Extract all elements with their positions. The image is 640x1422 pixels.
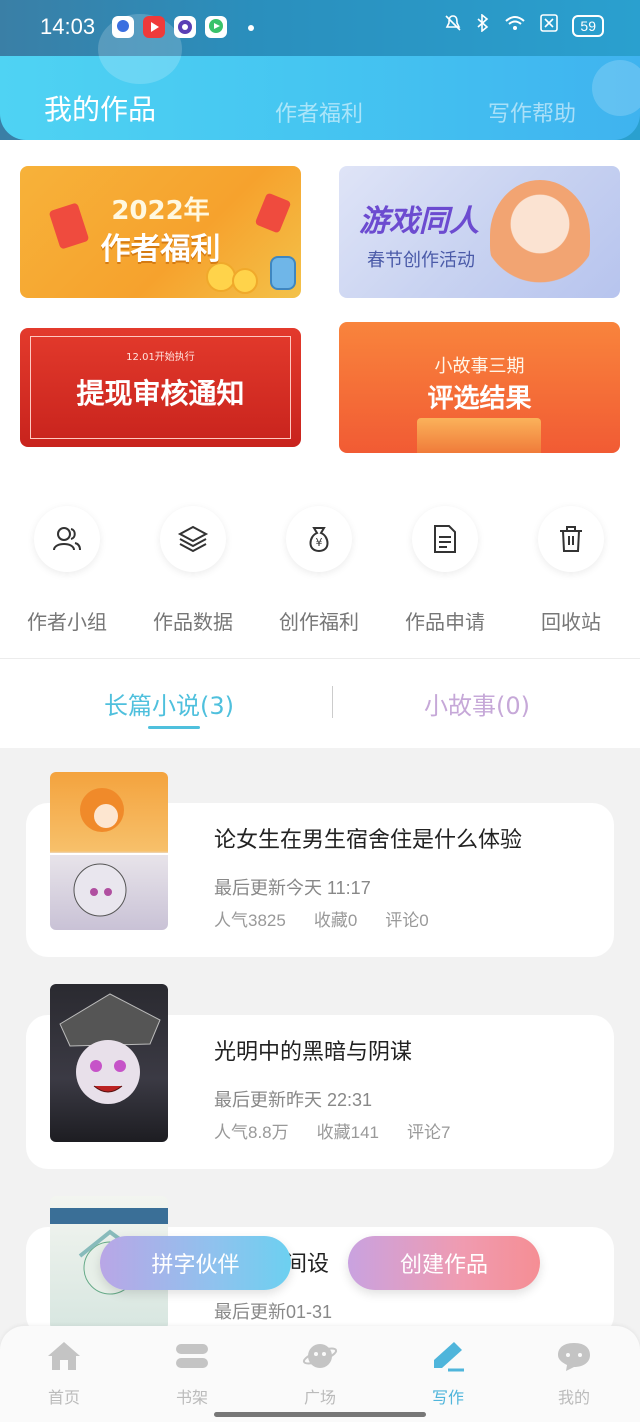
top-tabs: 我的作品 作者福利 写作帮助 — [0, 84, 640, 134]
action-work-application[interactable]: 作品申请 — [382, 506, 508, 635]
work-title: 论女生在男生宿舍住是什么体验 — [214, 828, 523, 853]
tab-long-novel[interactable]: 长篇小说(3) — [104, 686, 234, 721]
money-bag-icon: ¥ — [286, 506, 352, 572]
work-last-updated: 最后更新昨天 22:31 — [214, 1090, 373, 1110]
chat-bubble-icon — [524, 1338, 624, 1374]
tab-short-story[interactable]: 小故事(0) — [424, 686, 530, 721]
create-work-button[interactable]: 创建作品 — [348, 1236, 540, 1290]
banner-author-benefits[interactable]: 2022年 作者福利 — [20, 166, 301, 298]
action-label: 作者小组 — [27, 610, 107, 634]
status-icons: 59 — [444, 13, 604, 37]
nav-write[interactable]: 写作 — [398, 1338, 498, 1408]
banner-small-text: 12.01开始执行 — [126, 352, 195, 363]
coin-icon — [232, 268, 258, 294]
action-work-data[interactable]: 作品数据 — [130, 506, 256, 635]
divider — [0, 658, 640, 659]
action-recycle-bin[interactable]: 回收站 — [508, 506, 634, 635]
action-label: 回收站 — [541, 610, 601, 634]
mute-icon — [444, 14, 462, 37]
action-label: 作品申请 — [405, 610, 485, 634]
notification-dot-icon — [248, 25, 254, 31]
nav-label: 首页 — [47, 1388, 80, 1407]
layers-icon — [160, 506, 226, 572]
banner-title: 游戏同人 — [359, 204, 479, 239]
nav-label: 我的 — [557, 1388, 590, 1407]
work-stats: 人气3825 收藏0 评论0 — [214, 906, 429, 931]
purple-app-icon — [174, 16, 196, 38]
users-icon — [34, 506, 100, 572]
nav-plaza[interactable]: 广场 — [270, 1338, 370, 1408]
status-bar: 14:03 59 — [0, 0, 640, 56]
tab-writing-help[interactable]: 写作帮助 — [488, 96, 576, 128]
action-author-group[interactable]: 作者小组 — [4, 506, 130, 635]
work-title-partial: 间设 — [285, 1252, 330, 1277]
work-popularity: 人气3825 — [214, 911, 286, 930]
banner-story-results[interactable]: 小故事三期 评选结果 — [339, 322, 620, 453]
work-last-updated: 最后更新01-31 — [214, 1302, 333, 1322]
tab-my-works[interactable]: 我的作品 — [44, 88, 156, 128]
action-label: 作品数据 — [153, 610, 233, 634]
nav-home[interactable]: 首页 — [14, 1338, 114, 1408]
home-icon — [14, 1338, 114, 1374]
green-app-icon — [205, 16, 227, 38]
banner-title: 提现审核通知 — [76, 377, 245, 410]
action-label: 创作福利 — [279, 610, 359, 634]
video-app-icon — [143, 16, 165, 38]
trash-icon — [538, 506, 604, 572]
svg-text:¥: ¥ — [316, 536, 323, 549]
bluetooth-icon — [476, 13, 490, 37]
work-favorites: 收藏0 — [313, 911, 358, 930]
work-title: 光明中的黑暗与阴谋 — [214, 1040, 413, 1065]
tab-separator — [332, 686, 333, 718]
work-comments: 评论7 — [407, 1123, 451, 1142]
home-indicator[interactable] — [214, 1412, 426, 1417]
battery-indicator: 59 — [572, 14, 604, 37]
tab-author-benefits[interactable]: 作者福利 — [275, 96, 363, 128]
nav-label: 广场 — [303, 1388, 336, 1407]
work-popularity: 人气8.8万 — [214, 1123, 289, 1142]
work-cover-image[interactable] — [50, 772, 168, 930]
action-creation-benefits[interactable]: ¥ 创作福利 — [256, 506, 382, 635]
anime-girl-illustration — [490, 180, 590, 290]
work-comments: 评论0 — [385, 911, 429, 930]
baidu-app-icon — [112, 16, 134, 38]
banner-subtitle: 春节创作活动 — [367, 250, 475, 271]
close-box-icon — [540, 14, 559, 37]
nav-me[interactable]: 我的 — [524, 1338, 624, 1408]
nav-label: 写作 — [431, 1388, 464, 1407]
status-time: 14:03 — [40, 14, 96, 39]
banner-withdrawal-notice[interactable]: 12.01开始执行 提现审核通知 — [20, 328, 301, 447]
nav-bookshelf[interactable]: 书架 — [142, 1338, 242, 1408]
banner-title: 评选结果 — [427, 384, 532, 414]
bookshelf-icon — [142, 1338, 242, 1374]
work-stats: 人气8.8万 收藏141 评论7 — [214, 1118, 450, 1143]
active-tab-indicator — [148, 726, 200, 729]
nav-label: 书架 — [175, 1388, 208, 1407]
work-last-updated: 最后更新今天 11:17 — [214, 878, 371, 898]
banner-title: 作者福利 — [100, 232, 221, 267]
work-cover-image[interactable] — [50, 984, 168, 1142]
document-icon — [412, 506, 478, 572]
work-favorites: 收藏141 — [316, 1123, 380, 1142]
podium-graphic — [417, 418, 541, 453]
banner-year: 2022年 — [111, 196, 210, 226]
banner-pretitle: 小故事三期 — [434, 356, 525, 377]
bottom-nav: 首页 书架 广场 写作 我的 — [0, 1326, 640, 1422]
wifi-icon — [504, 14, 526, 37]
planet-icon — [270, 1338, 370, 1374]
pen-icon — [398, 1338, 498, 1374]
banner-game-fanfic[interactable]: 游戏同人 春节创作活动 — [339, 166, 620, 298]
partner-button[interactable]: 拼字伙伴 — [100, 1236, 291, 1290]
